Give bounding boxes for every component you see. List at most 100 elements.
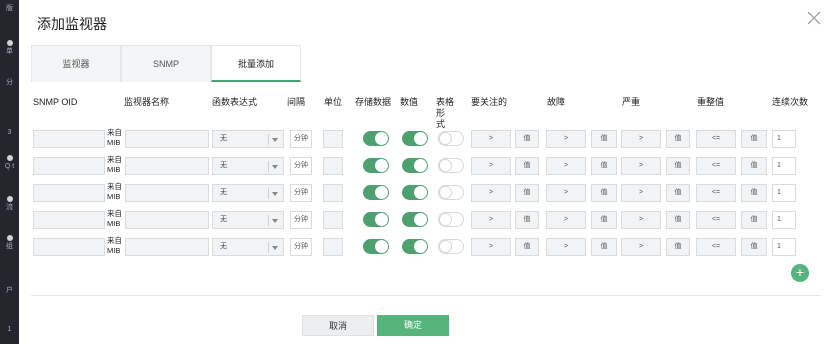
function-select[interactable]: 无: [212, 211, 284, 229]
clear-value-input[interactable]: 值: [741, 211, 767, 229]
close-icon[interactable]: [806, 10, 822, 26]
severe-operator[interactable]: >: [621, 130, 661, 148]
sidebar-item-8[interactable]: 户: [0, 286, 19, 295]
from-mib-link[interactable]: 来自 MIB: [107, 128, 125, 148]
numeric-toggle[interactable]: [402, 131, 428, 146]
severe-operator[interactable]: >: [621, 238, 661, 256]
severe-operator[interactable]: >: [621, 184, 661, 202]
severe-value-input[interactable]: 值: [666, 211, 690, 229]
store-data-toggle[interactable]: [363, 212, 389, 227]
snmp-oid-input[interactable]: [33, 238, 105, 256]
from-mib-link[interactable]: 来自 MIB: [107, 236, 125, 256]
fault-value-input[interactable]: 值: [591, 157, 617, 175]
monitor-name-input[interactable]: [125, 238, 209, 256]
fault-operator[interactable]: >: [546, 211, 586, 229]
store-data-toggle[interactable]: [363, 158, 389, 173]
table-format-toggle[interactable]: [438, 185, 464, 200]
tab-snmp[interactable]: SNMP: [121, 45, 211, 82]
attention-value-input[interactable]: 值: [515, 157, 539, 175]
severe-value-input[interactable]: 值: [666, 238, 690, 256]
consecutive-count-input[interactable]: 1: [772, 211, 796, 229]
numeric-toggle[interactable]: [402, 212, 428, 227]
sidebar-item-9[interactable]: 1: [0, 325, 19, 334]
confirm-button[interactable]: 确定: [377, 315, 449, 336]
function-select[interactable]: 无: [212, 130, 284, 148]
unit-input[interactable]: [323, 184, 343, 202]
attention-operator[interactable]: >: [471, 157, 511, 175]
fault-operator[interactable]: >: [546, 238, 586, 256]
from-mib-link[interactable]: 来自 MIB: [107, 182, 125, 202]
function-select[interactable]: 无: [212, 184, 284, 202]
fault-value-input[interactable]: 值: [591, 130, 617, 148]
add-row-button[interactable]: +: [791, 264, 809, 282]
cancel-button[interactable]: 取消: [302, 315, 374, 336]
clear-value-input[interactable]: 值: [741, 184, 767, 202]
store-data-toggle[interactable]: [363, 239, 389, 254]
snmp-oid-input[interactable]: [33, 157, 105, 175]
severe-operator[interactable]: >: [621, 157, 661, 175]
attention-value-input[interactable]: 值: [515, 130, 539, 148]
interval-input[interactable]: 分钟: [290, 238, 312, 256]
attention-operator[interactable]: >: [471, 130, 511, 148]
severe-value-input[interactable]: 值: [666, 157, 690, 175]
clear-value-input[interactable]: 值: [741, 238, 767, 256]
fault-value-input[interactable]: 值: [591, 211, 617, 229]
monitor-name-input[interactable]: [125, 184, 209, 202]
unit-input[interactable]: [323, 157, 343, 175]
clear-operator[interactable]: <=: [696, 157, 736, 175]
tab-bulk-add[interactable]: 批量添加: [211, 45, 301, 82]
interval-input[interactable]: 分钟: [290, 211, 312, 229]
sidebar-item-6[interactable]: 流: [0, 196, 19, 212]
unit-input[interactable]: [323, 211, 343, 229]
sidebar-item-2[interactable]: 单: [0, 40, 19, 56]
interval-input[interactable]: 分钟: [290, 130, 312, 148]
sidebar-item-7[interactable]: 组: [0, 235, 19, 251]
table-format-toggle[interactable]: [438, 158, 464, 173]
severe-value-input[interactable]: 值: [666, 184, 690, 202]
attention-value-input[interactable]: 值: [515, 211, 539, 229]
store-data-toggle[interactable]: [363, 131, 389, 146]
sidebar-item-5[interactable]: Q t: [0, 155, 19, 171]
fault-operator[interactable]: >: [546, 130, 586, 148]
consecutive-count-input[interactable]: 1: [772, 184, 796, 202]
clear-operator[interactable]: <=: [696, 238, 736, 256]
fault-value-input[interactable]: 值: [591, 184, 617, 202]
severe-value-input[interactable]: 值: [666, 130, 690, 148]
from-mib-link[interactable]: 来自 MIB: [107, 209, 125, 229]
unit-input[interactable]: [323, 130, 343, 148]
sidebar-item-4[interactable]: 3: [0, 128, 19, 137]
snmp-oid-input[interactable]: [33, 211, 105, 229]
table-format-toggle[interactable]: [438, 131, 464, 146]
clear-value-input[interactable]: 值: [741, 157, 767, 175]
function-select[interactable]: 无: [212, 238, 284, 256]
consecutive-count-input[interactable]: 1: [772, 238, 796, 256]
consecutive-count-input[interactable]: 1: [772, 130, 796, 148]
clear-operator[interactable]: <=: [696, 130, 736, 148]
monitor-name-input[interactable]: [125, 130, 209, 148]
from-mib-link[interactable]: 来自 MIB: [107, 155, 125, 175]
monitor-name-input[interactable]: [125, 211, 209, 229]
fault-value-input[interactable]: 值: [591, 238, 617, 256]
table-format-toggle[interactable]: [438, 239, 464, 254]
clear-operator[interactable]: <=: [696, 184, 736, 202]
clear-value-input[interactable]: 值: [741, 130, 767, 148]
sidebar-item-3[interactable]: 分: [0, 78, 19, 87]
snmp-oid-input[interactable]: [33, 184, 105, 202]
tab-monitor[interactable]: 监视器: [31, 45, 121, 82]
interval-input[interactable]: 分钟: [290, 184, 312, 202]
attention-value-input[interactable]: 值: [515, 184, 539, 202]
numeric-toggle[interactable]: [402, 185, 428, 200]
attention-operator[interactable]: >: [471, 184, 511, 202]
interval-input[interactable]: 分钟: [290, 157, 312, 175]
sidebar-item-1[interactable]: 版: [0, 4, 19, 13]
table-format-toggle[interactable]: [438, 212, 464, 227]
fault-operator[interactable]: >: [546, 184, 586, 202]
fault-operator[interactable]: >: [546, 157, 586, 175]
attention-value-input[interactable]: 值: [515, 238, 539, 256]
numeric-toggle[interactable]: [402, 239, 428, 254]
monitor-name-input[interactable]: [125, 157, 209, 175]
clear-operator[interactable]: <=: [696, 211, 736, 229]
store-data-toggle[interactable]: [363, 185, 389, 200]
attention-operator[interactable]: >: [471, 211, 511, 229]
severe-operator[interactable]: >: [621, 211, 661, 229]
